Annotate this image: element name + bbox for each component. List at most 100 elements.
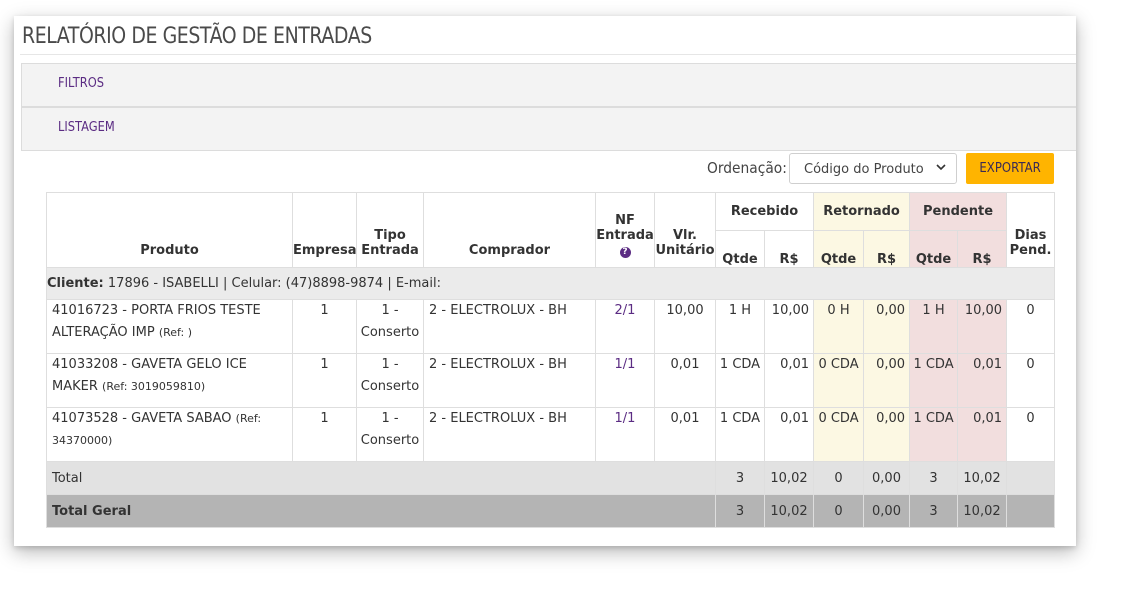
client-row: Cliente: 17896 - ISABELLI | Celular: (47… bbox=[45, 267, 1056, 300]
client-cell: Cliente: 17896 - ISABELLI | Celular: (47… bbox=[45, 267, 1056, 300]
header-comprador[interactable]: Comprador bbox=[423, 192, 596, 268]
cell-empresa: 1 bbox=[292, 353, 357, 408]
header-pen-rs[interactable]: R$ bbox=[957, 230, 1008, 268]
cell-pen-qtde: 1 CDA bbox=[909, 407, 959, 462]
cell-rec-qtde: 1 CDA bbox=[715, 353, 765, 408]
header-tipo-line1: Tipo bbox=[374, 228, 406, 243]
cell-vlr: 10,00 bbox=[654, 299, 716, 354]
total-rec-rs: 10,02 bbox=[763, 461, 815, 495]
total-row: Total 3 10,02 0 0,00 3 10,02 bbox=[46, 461, 1056, 495]
cell-pen-qtde: 1 H bbox=[909, 299, 959, 354]
cell-produto: 41033208 - GAVETA GELO ICE MAKER (Ref: 3… bbox=[46, 353, 293, 408]
total-label: Total bbox=[46, 461, 716, 495]
cell-ret-qtde: 0 CDA bbox=[813, 407, 865, 462]
cell-vlr: 0,01 bbox=[654, 407, 716, 462]
cell-pen-rs: 0,01 bbox=[957, 407, 1008, 462]
header-vlr-line2: Unitário bbox=[655, 243, 715, 258]
header-vlr-line1: Vlr. bbox=[672, 228, 697, 243]
product-name: 41016723 - PORTA FRIOS TESTE ALTERAÇÃO I… bbox=[52, 303, 261, 340]
total-pen-qtde: 3 bbox=[909, 461, 959, 495]
order-select-value: Código do Produto bbox=[804, 162, 924, 177]
product-ref: (Ref: 3019059810) bbox=[102, 380, 206, 393]
grand-total-label: Total Geral bbox=[46, 494, 716, 528]
header-rec-rs[interactable]: R$ bbox=[763, 230, 815, 268]
list-panel-label[interactable]: LISTAGEM bbox=[58, 120, 115, 135]
total-ret-rs: 0,00 bbox=[863, 461, 911, 495]
cell-rec-rs: 0,01 bbox=[763, 407, 815, 462]
cell-vlr: 0,01 bbox=[654, 353, 716, 408]
cell-produto: 41016723 - PORTA FRIOS TESTE ALTERAÇÃO I… bbox=[46, 299, 293, 354]
header-dias-line1: Dias bbox=[1014, 228, 1047, 243]
grand-ret-rs: 0,00 bbox=[863, 494, 911, 528]
cell-tipo: 1 - Conserto bbox=[356, 353, 424, 408]
table-row: 41033208 - GAVETA GELO ICE MAKER (Ref: 3… bbox=[46, 353, 1056, 408]
cell-dias: 0 bbox=[1006, 299, 1056, 354]
cell-ret-qtde: 0 H bbox=[813, 299, 865, 354]
grand-ret-qtde: 0 bbox=[813, 494, 865, 528]
cell-nf-link[interactable]: 2/1 bbox=[595, 299, 655, 354]
header-recebido: Recebido bbox=[714, 192, 815, 231]
client-info: 17896 - ISABELLI | Celular: (47)8898-987… bbox=[103, 276, 441, 291]
header-rec-qtde[interactable]: Qtde bbox=[715, 230, 765, 268]
header-ret-qtde[interactable]: Qtde bbox=[813, 230, 865, 268]
product-ref: (Ref: ) bbox=[158, 326, 192, 339]
list-panel-header[interactable]: LISTAGEM bbox=[21, 107, 1076, 151]
title-divider bbox=[20, 54, 1076, 55]
cell-pen-rs: 0,01 bbox=[957, 353, 1008, 408]
header-pen-qtde[interactable]: Qtde bbox=[909, 230, 959, 268]
cell-ret-rs: 0,00 bbox=[863, 353, 911, 408]
chevron-down-icon bbox=[936, 164, 946, 171]
total-pen-rs: 10,02 bbox=[957, 461, 1008, 495]
report-card: RELATÓRIO DE GESTÃO DE ENTRADAS FILTROS … bbox=[14, 16, 1076, 546]
filters-panel-label[interactable]: FILTROS bbox=[58, 76, 104, 91]
cell-rec-qtde: 1 H bbox=[715, 299, 765, 354]
cell-produto: 41073528 - GAVETA SABAO (Ref: 34370000) bbox=[46, 407, 293, 462]
cell-pen-rs: 10,00 bbox=[957, 299, 1008, 354]
product-name: 41073528 - GAVETA SABAO bbox=[52, 411, 232, 426]
header-retornado: Retornado bbox=[813, 192, 911, 231]
header-vlr-unitario[interactable]: Vlr. Unitário bbox=[654, 192, 716, 268]
cell-tipo: 1 - Conserto bbox=[356, 407, 424, 462]
header-ret-rs[interactable]: R$ bbox=[863, 230, 911, 268]
cell-nf-link[interactable]: 1/1 bbox=[595, 407, 655, 462]
cell-rec-qtde: 1 CDA bbox=[715, 407, 765, 462]
order-select[interactable]: Código do Produto bbox=[789, 153, 957, 184]
total-rec-qtde: 3 bbox=[715, 461, 765, 495]
header-produto[interactable]: Produto bbox=[46, 192, 293, 268]
grand-pen-rs: 10,02 bbox=[957, 494, 1008, 528]
grand-total-row: Total Geral 3 10,02 0 0,00 3 10,02 bbox=[46, 494, 1056, 528]
cell-dias: 0 bbox=[1006, 407, 1056, 462]
filters-panel-header[interactable]: FILTROS bbox=[21, 63, 1076, 107]
cell-ret-rs: 0,00 bbox=[863, 299, 911, 354]
header-dias-pend[interactable]: Dias Pend. bbox=[1006, 192, 1056, 268]
header-nf-entrada[interactable]: NF Entrada ? bbox=[595, 192, 655, 268]
client-label: Cliente: bbox=[47, 276, 104, 291]
cell-comprador: 2 - ELECTROLUX - BH bbox=[423, 299, 596, 354]
cell-dias: 0 bbox=[1006, 353, 1056, 408]
cell-rec-rs: 0,01 bbox=[763, 353, 815, 408]
cell-ret-rs: 0,00 bbox=[863, 407, 911, 462]
table-row: 41016723 - PORTA FRIOS TESTE ALTERAÇÃO I… bbox=[46, 299, 1056, 354]
cell-empresa: 1 bbox=[292, 407, 357, 462]
entries-table: Produto Empresa Tipo Entrada Comprador N… bbox=[45, 192, 1056, 528]
export-button[interactable]: EXPORTAR bbox=[966, 153, 1054, 184]
order-label: Ordenação: bbox=[707, 159, 787, 177]
header-tipo-entrada[interactable]: Tipo Entrada bbox=[356, 192, 424, 268]
question-icon[interactable]: ? bbox=[619, 247, 631, 258]
header-tipo-line2: Entrada bbox=[361, 243, 419, 258]
total-ret-qtde: 0 bbox=[813, 461, 865, 495]
header-empresa[interactable]: Empresa bbox=[292, 192, 357, 268]
header-dias-line2: Pend. bbox=[1009, 243, 1052, 258]
cell-comprador: 2 - ELECTROLUX - BH bbox=[423, 353, 596, 408]
grand-dias bbox=[1006, 494, 1056, 528]
cell-comprador: 2 - ELECTROLUX - BH bbox=[423, 407, 596, 462]
table-row: 41073528 - GAVETA SABAO (Ref: 34370000) … bbox=[46, 407, 1056, 462]
grand-pen-qtde: 3 bbox=[909, 494, 959, 528]
cell-empresa: 1 bbox=[292, 299, 357, 354]
page-title: RELATÓRIO DE GESTÃO DE ENTRADAS bbox=[22, 24, 372, 49]
cell-nf-link[interactable]: 1/1 bbox=[595, 353, 655, 408]
cell-ret-qtde: 0 CDA bbox=[813, 353, 865, 408]
total-dias bbox=[1006, 461, 1056, 495]
header-pendente: Pendente bbox=[909, 192, 1008, 231]
header-nf-line1: NF bbox=[615, 213, 635, 228]
